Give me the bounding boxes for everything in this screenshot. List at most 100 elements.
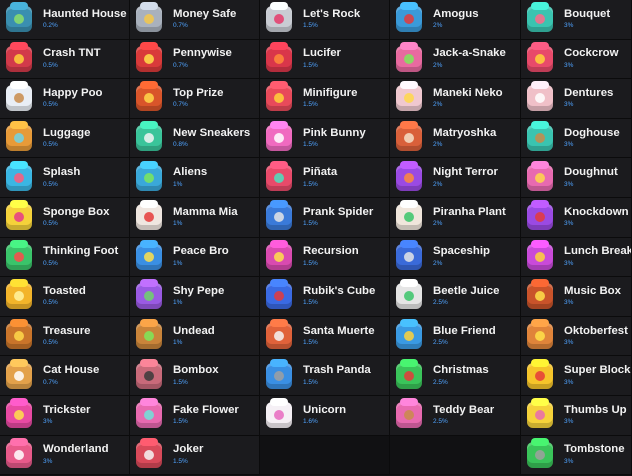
case-text: Pink Bunny 1.5%: [303, 127, 366, 149]
case-text: Christmas 2.5%: [433, 364, 489, 386]
case-item[interactable]: Oktoberfest 3%: [521, 316, 632, 357]
case-item[interactable]: Cockcrow 3%: [521, 39, 632, 80]
case-item[interactable]: Rubik's Cube 1.5%: [260, 277, 390, 317]
case-name: Fake Flower: [173, 403, 239, 416]
case-odds: 0.2%: [43, 22, 58, 30]
case-odds: 1.5%: [173, 457, 188, 465]
case-item[interactable]: Bombox 1.5%: [130, 356, 260, 396]
case-item[interactable]: Trash Panda 1.5%: [260, 356, 390, 396]
case-item[interactable]: Dentures 3%: [521, 79, 632, 119]
case-item[interactable]: Night Terror 2%: [390, 158, 521, 198]
case-text: Maneki Neko 2%: [433, 87, 503, 109]
case-item[interactable]: Let's Rock 1.5%: [260, 0, 390, 40]
case-item[interactable]: Recursion 1.5%: [260, 237, 390, 278]
cockcrow-case-icon: [527, 45, 553, 72]
case-item[interactable]: Pennywise 0.7%: [130, 39, 260, 80]
case-item[interactable]: Treasure 0.5%: [0, 316, 130, 357]
case-name: Amogus: [433, 7, 479, 20]
case-item[interactable]: Blue Friend 2.5%: [390, 316, 521, 357]
case-odds: 1.5%: [303, 180, 318, 188]
case-item[interactable]: Maneki Neko 2%: [390, 79, 521, 119]
case-item[interactable]: Amogus 2%: [390, 0, 521, 40]
case-name: Bouquet: [564, 7, 611, 20]
case-name: Prank Spider: [303, 205, 374, 218]
case-odds: 1.5%: [303, 339, 318, 346]
case-item[interactable]: Haunted House 0.2%: [0, 0, 130, 40]
case-item[interactable]: Aliens 1%: [130, 158, 260, 198]
case-name: Mamma Mia: [173, 205, 238, 218]
case-item[interactable]: Luggage 0.5%: [0, 118, 130, 159]
case-item[interactable]: Jack-a-Snake 2%: [390, 39, 521, 80]
case-item[interactable]: Beetle Juice 2.5%: [390, 277, 521, 317]
case-odds: 0.5%: [43, 299, 58, 307]
cat-house-case-icon: [6, 362, 32, 389]
case-item[interactable]: Shy Pepe 1%: [130, 277, 260, 317]
case-item[interactable]: Top Prize 0.7%: [130, 79, 260, 119]
bombox-case-icon: [136, 362, 162, 389]
case-odds: 3%: [564, 259, 574, 267]
case-item[interactable]: Christmas 2.5%: [390, 356, 521, 396]
case-odds: 1%: [173, 339, 183, 346]
case-item[interactable]: Doghouse 3%: [521, 118, 632, 159]
case-item[interactable]: Joker 1.5%: [130, 435, 260, 476]
case-item[interactable]: Knockdown 3%: [521, 197, 632, 238]
case-item[interactable]: Matryoshka 2%: [390, 118, 521, 159]
case-text: Beetle Juice 2.5%: [433, 285, 499, 307]
pennywise-case-icon: [136, 45, 162, 72]
top-prize-case-icon: [136, 85, 162, 112]
case-item[interactable]: Minifigure 1.5%: [260, 79, 390, 119]
case-item[interactable]: Fake Flower 1.5%: [130, 395, 260, 436]
case-text: Joker 1.5%: [173, 443, 203, 465]
case-item[interactable]: Undead 1%: [130, 316, 260, 357]
case-item[interactable]: Cat House 0.7%: [0, 356, 130, 396]
case-item[interactable]: Lucifer 1.5%: [260, 39, 390, 80]
case-odds: 1.5%: [303, 299, 318, 307]
undead-case-icon: [136, 323, 162, 350]
case-item[interactable]: Crash TNT 0.5%: [0, 39, 130, 80]
crash-tnt-case-icon: [6, 45, 32, 72]
case-item[interactable]: Thumbs Up 3%: [521, 395, 632, 436]
case-name: Blue Friend: [433, 324, 496, 337]
case-item[interactable]: Piranha Plant 2%: [390, 197, 521, 238]
case-text: Bouquet 3%: [564, 7, 611, 30]
case-item[interactable]: Spaceship 2%: [390, 237, 521, 278]
case-item[interactable]: Toasted 0.5%: [0, 277, 130, 317]
case-item[interactable]: Peace Bro 1%: [130, 237, 260, 278]
case-item[interactable]: Lunch Break 3%: [521, 237, 632, 278]
case-item[interactable]: Teddy Bear 2.5%: [390, 395, 521, 436]
case-item[interactable]: Pink Bunny 1.5%: [260, 118, 390, 159]
case-name: Night Terror: [433, 166, 498, 179]
case-item[interactable]: Doughnut 3%: [521, 158, 632, 198]
case-item[interactable]: Wonderland 3%: [0, 435, 130, 476]
case-item[interactable]: Music Box 3%: [521, 277, 632, 317]
recursion-case-icon: [266, 243, 292, 270]
case-name: Super Block: [564, 364, 631, 377]
case-item[interactable]: Prank Spider 1.5%: [260, 197, 390, 238]
case-item[interactable]: Money Safe 0.7%: [130, 0, 260, 40]
case-item[interactable]: Tombstone 3%: [521, 435, 632, 476]
case-item[interactable]: Santa Muerte 1.5%: [260, 316, 390, 357]
case-text: Super Block 3%: [564, 364, 631, 386]
case-name: Luggage: [43, 126, 91, 139]
case-item[interactable]: Splash 0.5%: [0, 158, 130, 198]
case-name: Recursion: [303, 245, 359, 258]
case-item[interactable]: Happy Poo 0.5%: [0, 79, 130, 119]
case-item[interactable]: Bouquet 3%: [521, 0, 632, 40]
case-item[interactable]: Piñata 1.5%: [260, 158, 390, 198]
case-name: Music Box: [564, 285, 621, 297]
case-item[interactable]: Trickster 3%: [0, 395, 130, 436]
case-odds: 1.5%: [173, 378, 188, 386]
case-name: Lucifer: [303, 47, 341, 60]
case-item[interactable]: Mamma Mia 1%: [130, 197, 260, 238]
bouquet-case-icon: [527, 6, 553, 33]
case-item[interactable]: Unicorn 1.6%: [260, 395, 390, 436]
case-text: Splash 0.5%: [43, 166, 80, 188]
case-name: Doghouse: [564, 126, 620, 139]
case-item[interactable]: Thinking Foot 0.5%: [0, 237, 130, 278]
case-item[interactable]: Sponge Box 0.5%: [0, 197, 130, 238]
thinking-foot-case-icon: [6, 243, 32, 270]
case-text: Aliens 1%: [173, 166, 207, 188]
case-item[interactable]: New Sneakers 0.8%: [130, 118, 260, 159]
case-text: Music Box 3%: [564, 285, 621, 307]
case-item[interactable]: Super Block 3%: [521, 356, 632, 396]
